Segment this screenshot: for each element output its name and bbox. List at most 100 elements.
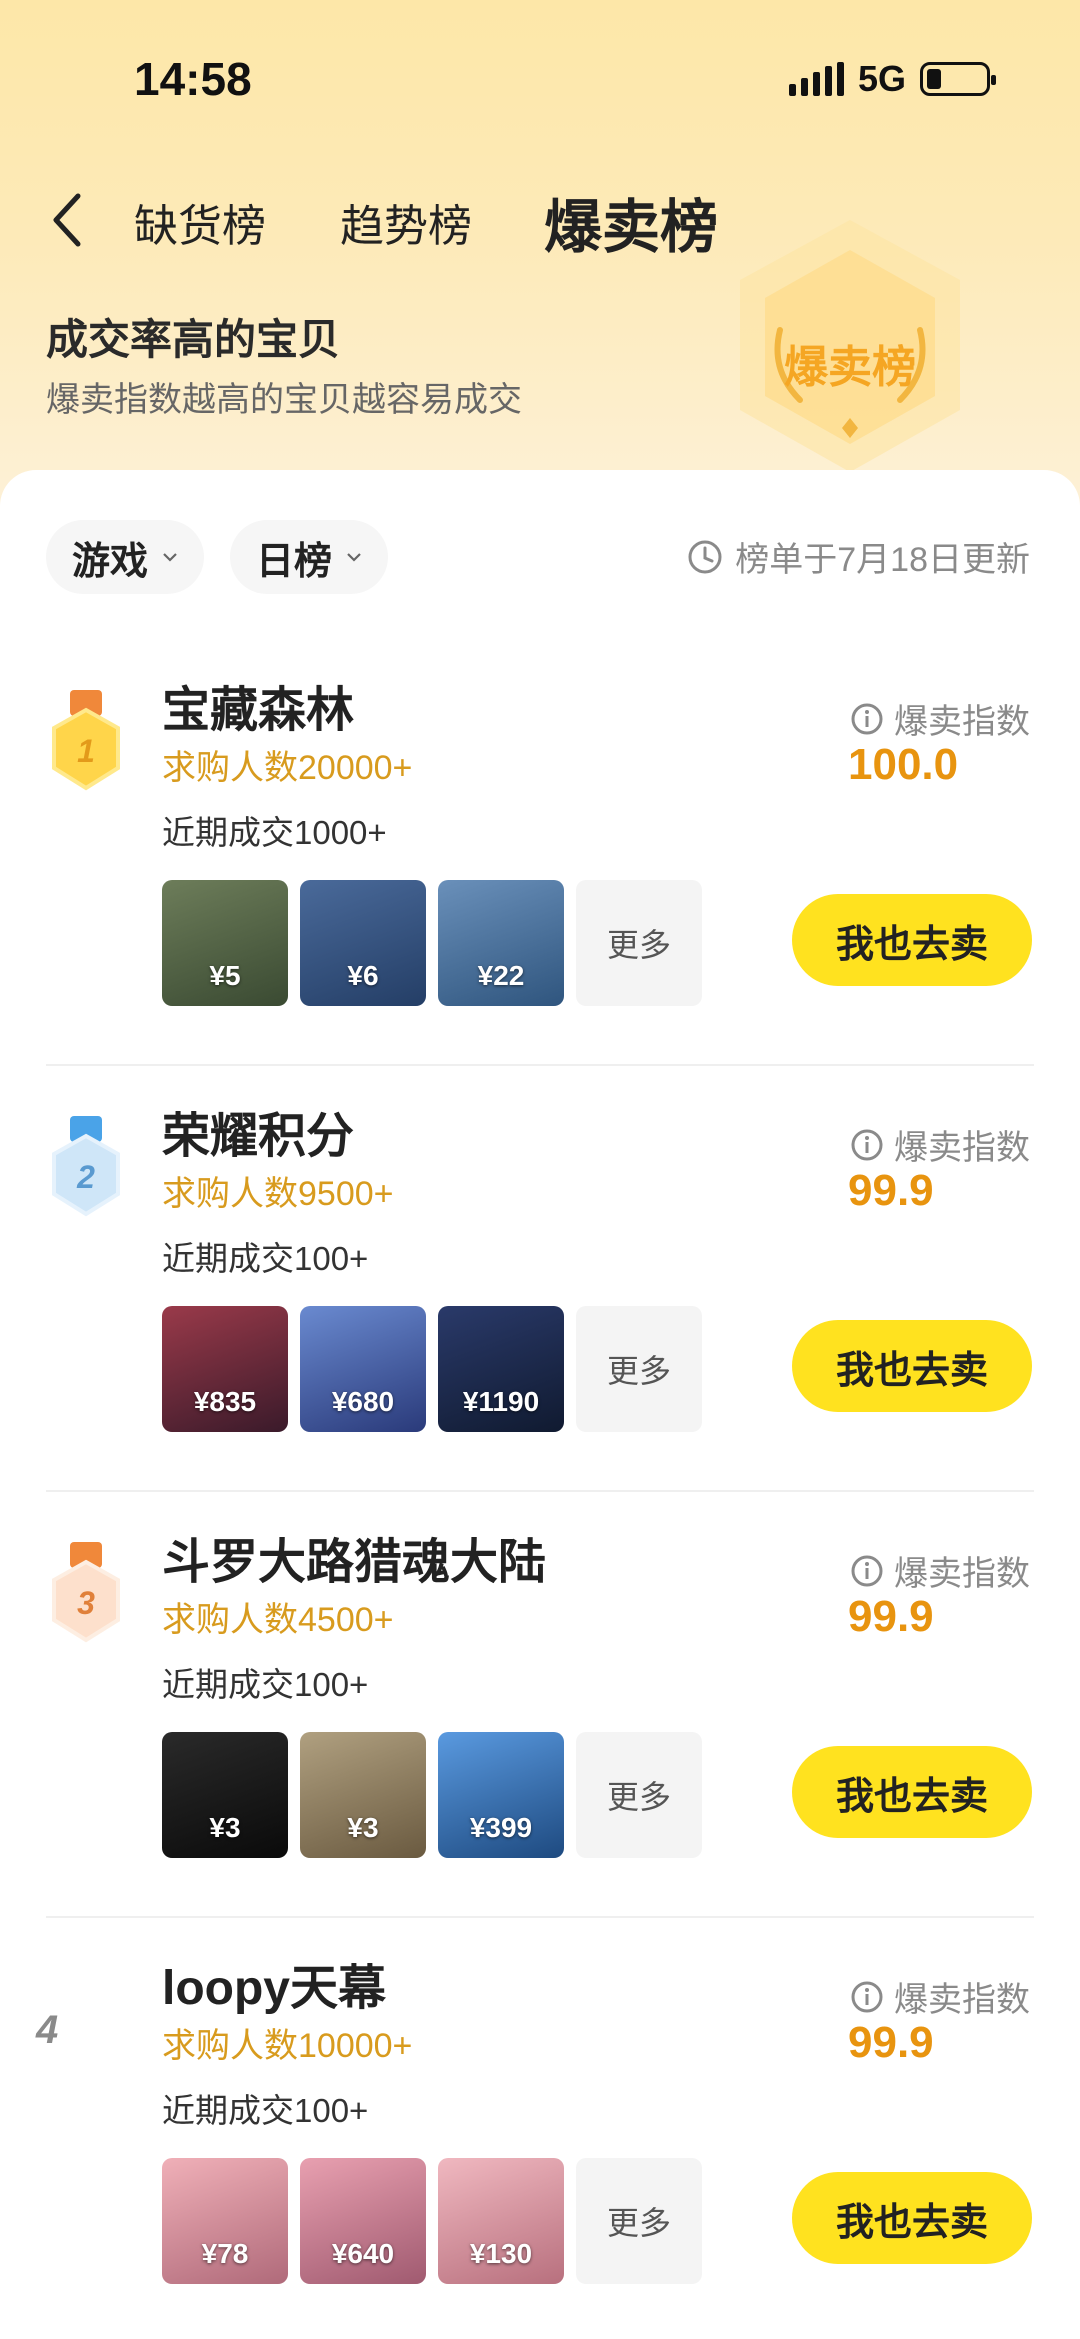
info-icon[interactable] bbox=[850, 702, 884, 736]
recent-deals: 近期成交1000+ bbox=[162, 814, 387, 851]
status-time: 14:58 bbox=[134, 53, 252, 105]
listing-thumbnail[interactable]: ¥130 bbox=[438, 2158, 564, 2284]
listing-thumbnail[interactable]: ¥680 bbox=[300, 1306, 426, 1432]
gold-medal-icon: 1 bbox=[52, 690, 120, 791]
best-selling-badge-icon: 爆卖榜 bbox=[740, 220, 960, 472]
update-text: 榜单于7月18日更新 bbox=[735, 541, 1030, 579]
status-bar: 14:58 5G bbox=[0, 0, 1080, 160]
filter-bar: 游戏 日榜 bbox=[46, 520, 389, 594]
listing-thumbnail[interactable]: ¥835 bbox=[162, 1306, 288, 1432]
index-label-text: 爆卖指数 bbox=[894, 1981, 1030, 2019]
chevron-down-icon bbox=[347, 553, 361, 562]
sell-button[interactable]: 我也去卖 bbox=[792, 2172, 1032, 2264]
thumbnail-price: ¥3 bbox=[209, 1812, 241, 1843]
tab-trending[interactable]: 趋势榜 bbox=[340, 190, 472, 254]
buyers-count: 求购人数4500+ bbox=[162, 1601, 394, 1639]
thumbnail-price: ¥130 bbox=[469, 2238, 533, 2269]
category-filter-label: 游戏 bbox=[72, 540, 149, 583]
hero-subtitle: 爆卖指数越高的宝贝越容易成交 bbox=[46, 381, 522, 419]
tab-best-selling-label: 爆卖榜 bbox=[544, 195, 719, 260]
thumbnail-price: ¥1190 bbox=[462, 1386, 540, 1417]
listing-thumbnail[interactable]: ¥6 bbox=[300, 880, 426, 1006]
more-button[interactable]: 更多 bbox=[576, 2158, 702, 2284]
sell-button[interactable]: 我也去卖 bbox=[792, 894, 1032, 986]
clock-icon bbox=[688, 540, 722, 573]
chevron-down-icon bbox=[163, 553, 177, 562]
listing-thumbnail[interactable]: ¥78 bbox=[162, 2158, 288, 2284]
thumbnail-strip: ¥835 ¥680 ¥1190 更多 bbox=[162, 1306, 702, 1432]
info-icon[interactable] bbox=[850, 1554, 884, 1588]
item-name[interactable]: 斗罗大路猎魂大陆 bbox=[162, 1522, 546, 1592]
item-name[interactable]: loopy天幕 bbox=[162, 1948, 386, 2018]
thumbnail-price: ¥640 bbox=[331, 2238, 395, 2269]
listing-thumbnail[interactable]: ¥3 bbox=[300, 1732, 426, 1858]
tab-best-selling[interactable]: 爆卖榜 bbox=[544, 180, 719, 264]
update-info: 榜单于7月18日更新 bbox=[687, 532, 1030, 581]
listing-thumbnail[interactable]: ¥399 bbox=[438, 1732, 564, 1858]
ranking-row[interactable]: 1 宝藏森林 求购人数20000+ 近期成交1000+ ¥5 ¥6 ¥22 更多… bbox=[0, 640, 1080, 1066]
sell-button[interactable]: 我也去卖 bbox=[792, 1746, 1032, 1838]
listing-thumbnail[interactable]: ¥5 bbox=[162, 880, 288, 1006]
thumbnail-price: ¥78 bbox=[201, 2238, 249, 2269]
network-label: 5G bbox=[857, 58, 906, 99]
buyers-count: 求购人数20000+ bbox=[162, 749, 413, 787]
thumbnail-strip: ¥3 ¥3 ¥399 更多 bbox=[162, 1732, 702, 1858]
thumbnail-price: ¥6 bbox=[347, 960, 379, 991]
index-value: 99.9 bbox=[848, 1166, 934, 1215]
ranking-row[interactable]: 2 荣耀积分 求购人数9500+ 近期成交100+ ¥835 ¥680 ¥119… bbox=[0, 1066, 1080, 1492]
period-filter-label: 日榜 bbox=[256, 540, 333, 583]
info-icon[interactable] bbox=[850, 1128, 884, 1162]
sell-button[interactable]: 我也去卖 bbox=[792, 1320, 1032, 1412]
recent-deals: 近期成交100+ bbox=[162, 1666, 369, 1703]
ranking-row[interactable]: 3 斗罗大路猎魂大陆 求购人数4500+ 近期成交100+ ¥3 ¥3 ¥399… bbox=[0, 1492, 1080, 1918]
thumbnail-price: ¥399 bbox=[469, 1812, 533, 1843]
index-value: 99.9 bbox=[848, 2018, 934, 2067]
info-icon[interactable] bbox=[850, 1980, 884, 2014]
silver-medal-icon: 2 bbox=[52, 1116, 120, 1217]
rank-number: 2 bbox=[76, 1159, 95, 1195]
buyers-count: 求购人数9500+ bbox=[162, 1175, 394, 1213]
listing-thumbnail[interactable]: ¥3 bbox=[162, 1732, 288, 1858]
thumbnail-price: ¥680 bbox=[331, 1386, 395, 1417]
index-label: 爆卖指数 bbox=[850, 694, 1030, 743]
bronze-medal-icon: 3 bbox=[52, 1542, 120, 1643]
thumbnail-price: ¥22 bbox=[477, 960, 525, 991]
index-value: 99.9 bbox=[848, 1592, 934, 1641]
index-label-text: 爆卖指数 bbox=[894, 1129, 1030, 1167]
recent-deals: 近期成交100+ bbox=[162, 1240, 369, 1277]
thumbnail-price: ¥835 bbox=[193, 1386, 257, 1417]
status-right: 5G bbox=[788, 58, 996, 100]
ranking-list-card: 游戏 日榜 榜单于7月18日更新 1 宝藏森林 求购人数20000+ 近期成交1… bbox=[0, 470, 1080, 2339]
rank-number: 1 bbox=[77, 733, 95, 769]
thumbnail-price: ¥5 bbox=[209, 960, 241, 991]
more-button[interactable]: 更多 bbox=[576, 1306, 702, 1432]
item-name[interactable]: 荣耀积分 bbox=[162, 1096, 354, 1166]
battery-icon bbox=[920, 62, 996, 96]
more-button[interactable]: 更多 bbox=[576, 1732, 702, 1858]
thumbnail-strip: ¥5 ¥6 ¥22 更多 bbox=[162, 880, 702, 1006]
index-label: 爆卖指数 bbox=[850, 1546, 1030, 1595]
tab-out-of-stock[interactable]: 缺货榜 bbox=[134, 190, 266, 254]
rank-number: 3 bbox=[77, 1585, 95, 1621]
index-label-text: 爆卖指数 bbox=[894, 703, 1030, 741]
rank-number: 4 bbox=[36, 2008, 59, 2052]
listing-thumbnail[interactable]: ¥1190 bbox=[438, 1306, 564, 1432]
more-button[interactable]: 更多 bbox=[576, 880, 702, 1006]
index-label-text: 爆卖指数 bbox=[894, 1555, 1030, 1593]
listing-thumbnail[interactable]: ¥640 bbox=[300, 2158, 426, 2284]
thumbnail-strip: ¥78 ¥640 ¥130 更多 bbox=[162, 2158, 702, 2284]
category-filter[interactable]: 游戏 bbox=[46, 520, 205, 594]
index-label: 爆卖指数 bbox=[850, 1972, 1030, 2021]
index-value: 100.0 bbox=[848, 740, 959, 789]
recent-deals: 近期成交100+ bbox=[162, 2092, 369, 2129]
hero-title: 成交率高的宝贝 bbox=[46, 316, 341, 363]
period-filter[interactable]: 日榜 bbox=[230, 520, 389, 594]
thumbnail-price: ¥3 bbox=[347, 1812, 379, 1843]
ranking-row[interactable]: 4 loopy天幕 求购人数10000+ 近期成交100+ ¥78 ¥640 ¥… bbox=[0, 1918, 1080, 2339]
back-arrow-icon[interactable] bbox=[48, 190, 88, 250]
listing-thumbnail[interactable]: ¥22 bbox=[438, 880, 564, 1006]
item-name[interactable]: 宝藏森林 bbox=[162, 670, 354, 740]
index-label: 爆卖指数 bbox=[850, 1120, 1030, 1169]
signal-icon bbox=[788, 62, 844, 96]
badge-text: 爆卖榜 bbox=[784, 343, 916, 392]
